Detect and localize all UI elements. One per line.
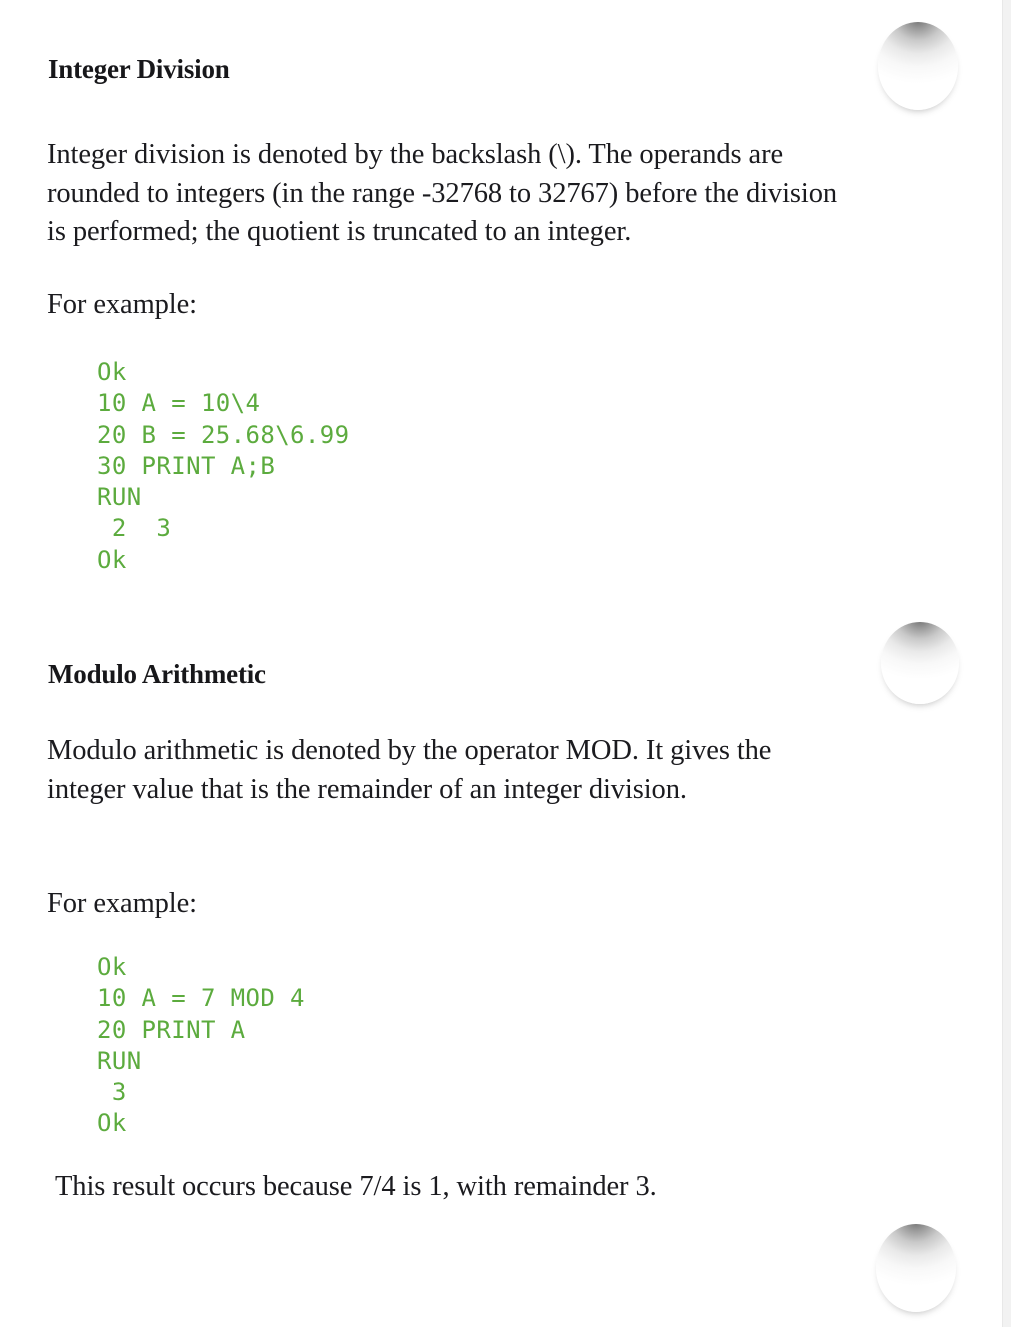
scanned-page: Integer Division Integer division is den… (0, 0, 1011, 1327)
for-example-label-integer-division: For example: (47, 289, 197, 320)
binder-hole-top (878, 22, 958, 110)
heading-modulo-arithmetic: Modulo Arithmetic (48, 659, 266, 689)
code-block-modulo-arithmetic: Ok 10 A = 7 MOD 4 20 PRINT A RUN 3 Ok (97, 953, 305, 1138)
closing-note-modulo-arithmetic: This result occurs because 7/4 is 1, wit… (55, 1171, 657, 1202)
heading-integer-division: Integer Division (48, 54, 230, 84)
binder-hole-bottom (876, 1224, 956, 1312)
paragraph-integer-division: Integer division is denoted by the backs… (47, 139, 838, 247)
paragraph-modulo-arithmetic: Modulo arithmetic is denoted by the oper… (47, 735, 772, 805)
binder-hole-middle (881, 622, 959, 704)
page-edge-line (1002, 0, 1003, 1327)
page-right-margin (1003, 0, 1011, 1327)
for-example-label-modulo-arithmetic: For example: (47, 888, 197, 919)
code-block-integer-division: Ok 10 A = 10\4 20 B = 25.68\6.99 30 PRIN… (97, 358, 350, 574)
